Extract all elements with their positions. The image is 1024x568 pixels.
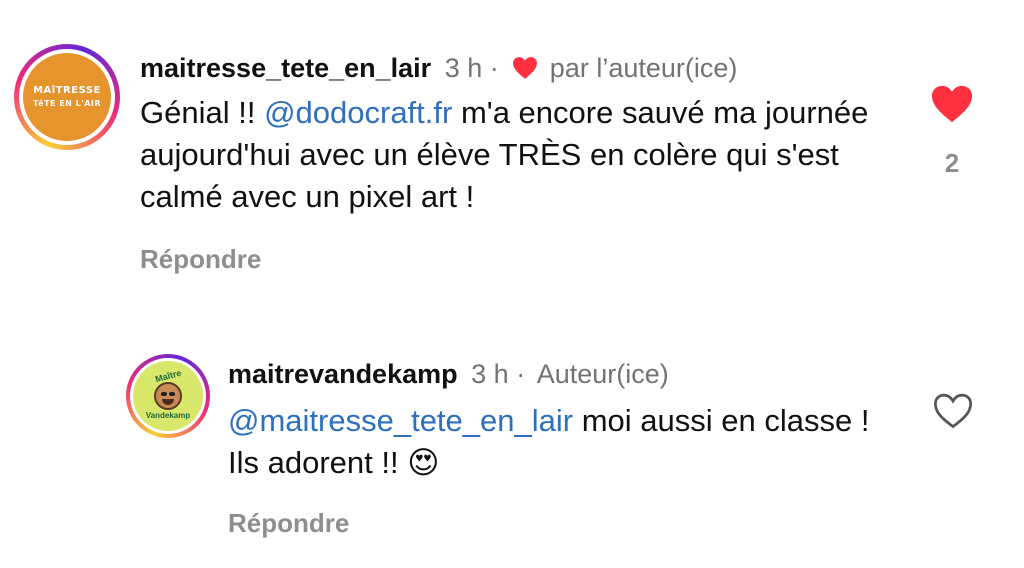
mention-link[interactable]: @maitresse_tete_en_lair <box>228 403 573 438</box>
reply-button[interactable]: Répondre <box>228 508 349 539</box>
separator: · <box>516 359 526 389</box>
like-button[interactable] <box>932 392 974 430</box>
timestamp: 3 h <box>471 359 509 389</box>
username[interactable]: maitresse_tete_en_lair <box>140 53 431 83</box>
emoji-heart-eyes: 😍 <box>407 445 440 480</box>
author-badge: Auteur(ice) <box>536 359 669 389</box>
heart-filled-icon <box>932 85 972 123</box>
heart-outline-icon <box>933 393 973 429</box>
avatar-face <box>154 381 182 410</box>
username[interactable]: maitrevandekamp <box>228 359 458 389</box>
mention-link[interactable]: @dodocraft.fr <box>264 95 452 130</box>
avatar-logo-line1: MAîTRESSE <box>33 85 101 96</box>
comment-header: maitresse_tete_en_lair 3 h · par l’auteu… <box>140 52 737 87</box>
like-button[interactable] <box>930 84 974 124</box>
author-liked-note: par l’auteur(ice) <box>549 53 738 83</box>
heart-icon <box>512 55 538 87</box>
comment-text: @maitresse_tete_en_lair moi aussi en cla… <box>228 400 888 484</box>
timestamp: 3 h <box>444 53 483 83</box>
like-count: 2 <box>944 148 960 178</box>
avatar-bottom-label: Vandekamp <box>145 410 191 420</box>
avatar-logo-line2: TêTE EN L'AIR <box>32 99 102 108</box>
reply-button[interactable]: Répondre <box>140 244 261 275</box>
comment-1: MAîTRESSE TêTE EN L'AIR maitresse_tete_e… <box>0 0 1024 300</box>
comment-header: maitrevandekamp 3 h · Auteur(ice) <box>228 358 669 390</box>
separator: · <box>489 53 499 83</box>
comment-text: Génial !! @dodocraft.fr m'a encore sauvé… <box>140 92 880 218</box>
comment-2: Maître Vandekamp maitrevandekamp 3 h · A… <box>0 300 1024 568</box>
avatar[interactable]: MAîTRESSE TêTE EN L'AIR <box>23 53 111 141</box>
avatar[interactable]: Maître Vandekamp <box>133 361 203 431</box>
text-segment: Génial !! <box>140 95 265 130</box>
